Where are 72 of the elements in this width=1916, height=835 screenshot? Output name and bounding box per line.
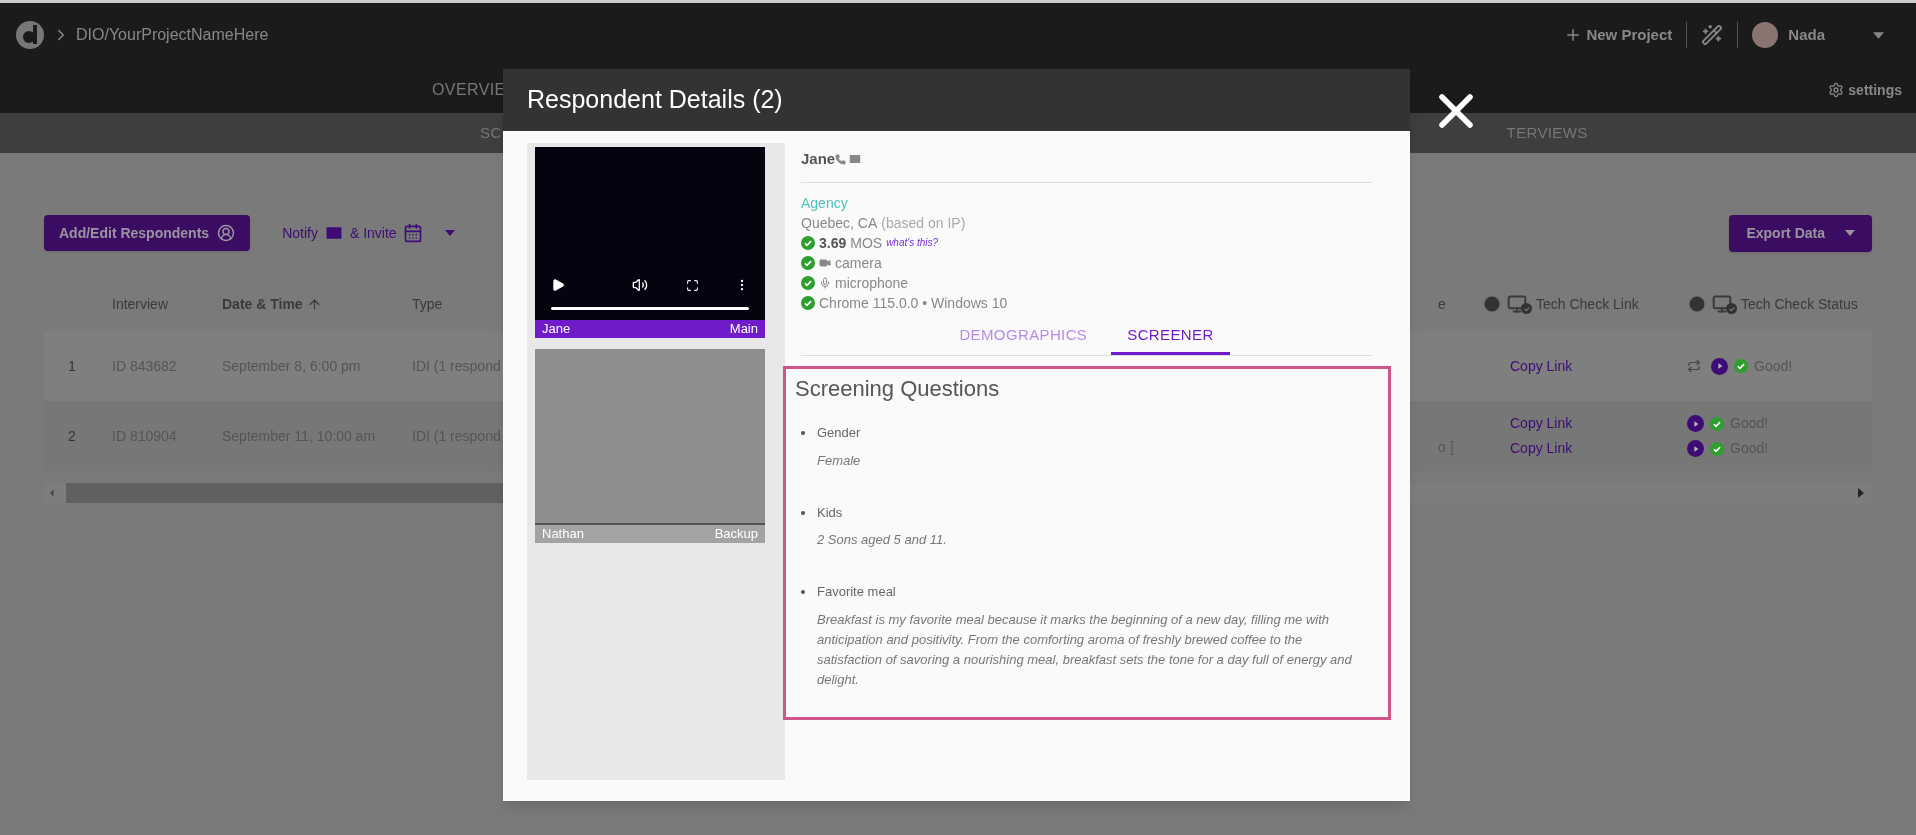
column-header[interactable]: Tech Check Link bbox=[1536, 293, 1639, 315]
avatar[interactable] bbox=[1752, 22, 1779, 48]
subnav-tab[interactable]: SC bbox=[480, 121, 502, 145]
modal-title: Respondent Details (2) bbox=[527, 84, 783, 116]
question-text: Kids bbox=[817, 503, 844, 522]
answer-text: 2 Sons aged 5 and 11. bbox=[817, 531, 948, 549]
email-icon[interactable] bbox=[848, 152, 863, 166]
dropdown-caret-icon bbox=[1873, 31, 1884, 39]
monitor-check-icon bbox=[1711, 294, 1737, 314]
copy-link[interactable]: Copy Link bbox=[1510, 438, 1687, 459]
location-note: (based on IP) bbox=[881, 214, 966, 233]
notify-invite-button[interactable]: Notify & Invite bbox=[282, 222, 423, 244]
question-text: Gender bbox=[817, 424, 862, 442]
respondent-group: Agency bbox=[801, 193, 1372, 213]
check-icon bbox=[1710, 441, 1724, 456]
column-header[interactable]: e bbox=[1438, 293, 1446, 315]
user-name[interactable]: Nada bbox=[1788, 23, 1825, 47]
participant-name: Jane bbox=[542, 320, 571, 339]
check-label: microphone bbox=[835, 274, 909, 293]
screener-title: Screening Questions bbox=[795, 375, 1001, 403]
answer-text: Female bbox=[817, 451, 862, 470]
video-placeholder[interactable]: Nathan Backup bbox=[535, 349, 765, 543]
location-text: Quebec, CA bbox=[801, 214, 878, 233]
export-data-button[interactable]: Export Data bbox=[1729, 214, 1872, 252]
participant-role: Main bbox=[729, 320, 758, 339]
check-label: camera bbox=[835, 254, 882, 273]
answer-text: Breakfast is my favorite meal because it marks the beginning of a new day, filling me with anticipation and positivity. From the comforting aroma of freshly brewed coffee to the satisfaction of savoring a nourishing meal, breakfast sets the tone for a day full of energy and delight. bbox=[817, 610, 1353, 689]
bullet-icon bbox=[801, 431, 805, 435]
volume-icon[interactable] bbox=[632, 277, 648, 293]
subnav-tab[interactable]: TERVIEWS bbox=[1506, 121, 1588, 145]
mos-score: 3.69 bbox=[819, 234, 847, 253]
column-header[interactable]: Interview bbox=[112, 293, 169, 315]
scroll-right-icon[interactable] bbox=[1858, 488, 1864, 498]
check-label: Chrome 115.0.0 • Windows 10 bbox=[819, 294, 1008, 313]
settings-link[interactable]: settings bbox=[1828, 79, 1902, 101]
check-icon bbox=[801, 236, 815, 250]
check-icon bbox=[1734, 359, 1748, 373]
column-header[interactable]: Tech Check Status bbox=[1741, 293, 1858, 315]
row-number: 1 bbox=[67, 356, 77, 376]
tab[interactable]: DEMOGRAPHICS bbox=[943, 319, 1104, 355]
row-number: 2 bbox=[67, 426, 77, 446]
calendar-icon bbox=[402, 223, 423, 243]
repeat-icon[interactable] bbox=[1687, 359, 1701, 373]
add-edit-respondents-button[interactable]: Add/Edit Respondents bbox=[44, 215, 251, 251]
settings-icon bbox=[1828, 82, 1845, 98]
copy-link[interactable]: Copy Link bbox=[1510, 413, 1687, 434]
nav-tab[interactable]: OVERVIE bbox=[432, 78, 506, 102]
logo-icon[interactable] bbox=[14, 19, 46, 51]
microphone-icon bbox=[819, 277, 831, 289]
bullet-icon bbox=[801, 590, 805, 594]
phone-icon[interactable] bbox=[835, 153, 847, 165]
dropdown-caret-icon bbox=[1845, 230, 1855, 236]
whats-this-link[interactable]: what's this? bbox=[886, 233, 939, 253]
copy-link[interactable]: Copy Link bbox=[1510, 355, 1687, 377]
participant-role: Backup bbox=[714, 525, 758, 544]
magic-wand-icon[interactable] bbox=[1701, 24, 1724, 46]
fullscreen-icon[interactable] bbox=[686, 278, 699, 292]
dropdown-caret-icon bbox=[444, 230, 455, 236]
column-header[interactable]: Date & Time bbox=[222, 293, 322, 315]
check-icon bbox=[1710, 416, 1724, 431]
project-breadcrumb[interactable]: DIO/YourProjectNameHere bbox=[76, 23, 269, 47]
monitor-check-icon bbox=[1506, 294, 1532, 314]
column-header[interactable]: Type bbox=[412, 293, 443, 315]
participant-name: Nathan bbox=[542, 525, 584, 544]
camera-icon bbox=[819, 257, 831, 269]
new-project-button[interactable]: New Project bbox=[1564, 23, 1673, 47]
tab[interactable]: SCREENER bbox=[1111, 319, 1230, 355]
respondent-name: Jane bbox=[801, 148, 836, 169]
mos-label: MOS bbox=[850, 234, 883, 253]
play-icon[interactable] bbox=[551, 278, 565, 292]
question-text: Favorite meal bbox=[817, 583, 897, 601]
bullet-icon bbox=[801, 510, 805, 515]
